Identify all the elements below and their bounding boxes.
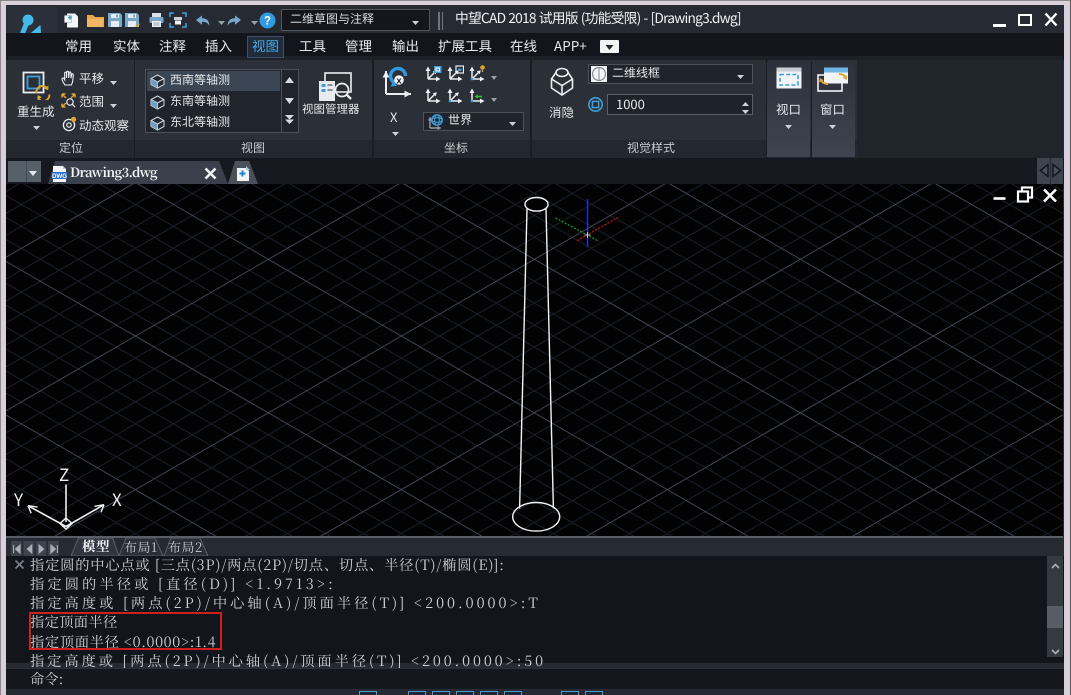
svg-text:?: ? bbox=[264, 16, 271, 28]
svg-text:X: X bbox=[112, 486, 122, 511]
svg-text:Z: Z bbox=[59, 461, 69, 486]
svg-text:Y: Y bbox=[13, 486, 24, 511]
svg-text:DWG: DWG bbox=[52, 173, 67, 180]
svg-text:x: x bbox=[396, 75, 402, 86]
